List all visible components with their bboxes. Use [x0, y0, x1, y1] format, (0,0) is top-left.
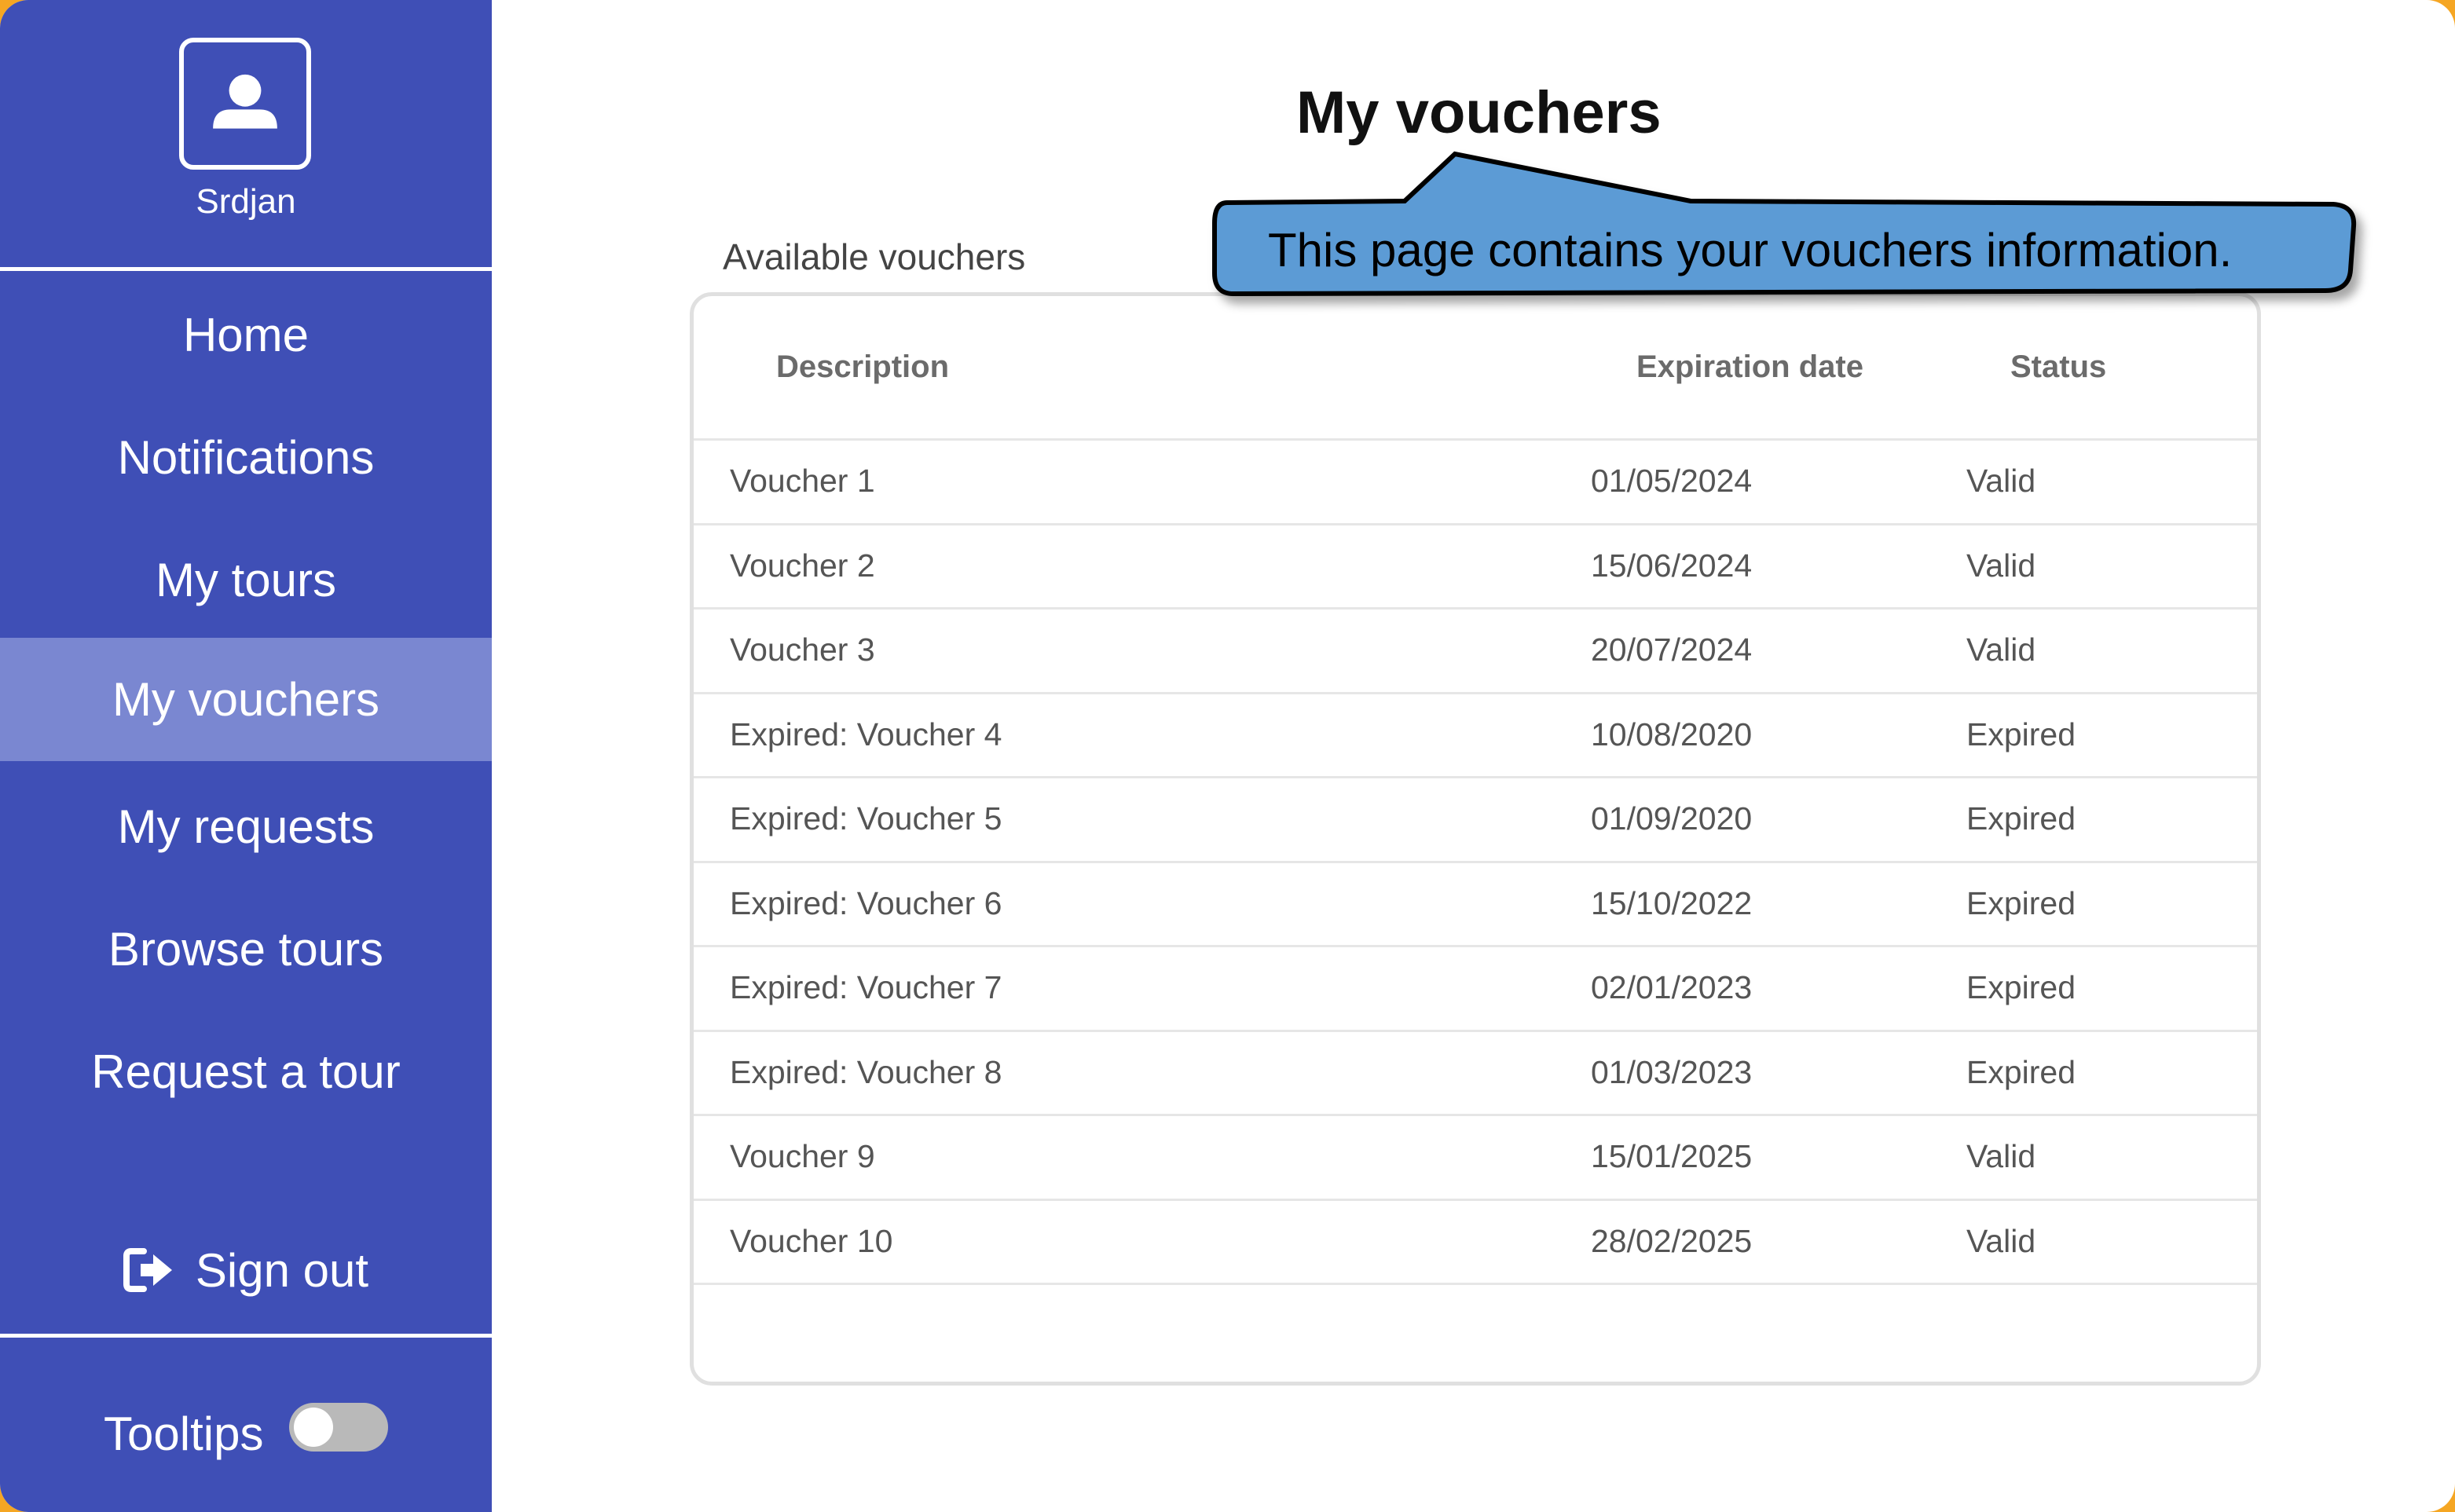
sidebar-divider — [0, 267, 492, 271]
sidebar-divider-bottom — [0, 1334, 492, 1338]
table-row[interactable]: Expired: Voucher 4 10/08/2020 Expired — [694, 694, 2257, 778]
cell-status: Valid — [1966, 463, 2036, 499]
cell-expiration-date: 15/10/2022 — [1591, 884, 1753, 921]
table-body: Voucher 1 01/05/2024 Valid Voucher 2 15/… — [694, 441, 2257, 1285]
sidebar-item-request-a-tour[interactable]: Request a tour — [0, 1010, 492, 1133]
user-icon — [179, 38, 311, 170]
table-row[interactable]: Voucher 3 20/07/2024 Valid — [694, 610, 2257, 694]
table-header: Description Expiration date Status — [694, 296, 2257, 441]
column-header-status[interactable]: Status — [2010, 350, 2106, 385]
cell-description: Expired: Voucher 4 — [730, 716, 1002, 752]
cell-description: Voucher 2 — [730, 547, 875, 584]
tooltip-text: This page contains your vouchers informa… — [1268, 224, 2233, 276]
cell-expiration-date: 01/05/2024 — [1591, 463, 1753, 499]
tooltips-toggle[interactable] — [289, 1403, 388, 1452]
table-row[interactable]: Voucher 1 01/05/2024 Valid — [694, 441, 2257, 525]
cell-description: Voucher 10 — [730, 1222, 893, 1259]
table-row[interactable]: Voucher 10 28/02/2025 Valid — [694, 1201, 2257, 1285]
cell-status: Expired — [1966, 716, 2076, 752]
sign-out-icon — [123, 1247, 175, 1294]
cell-status: Expired — [1966, 969, 2076, 1005]
table-row[interactable]: Voucher 9 15/01/2025 Valid — [694, 1116, 2257, 1201]
sign-out-button[interactable]: Sign out — [0, 1219, 492, 1321]
cell-expiration-date: 15/06/2024 — [1591, 547, 1753, 584]
cell-description: Voucher 3 — [730, 632, 875, 668]
tooltip-callout: This page contains your vouchers informa… — [1210, 148, 2357, 305]
sidebar: Srdjan Home Notifications My tours My vo… — [0, 0, 492, 1512]
cell-status: Expired — [1966, 884, 2076, 921]
cell-description: Expired: Voucher 6 — [730, 884, 1002, 921]
sidebar-item-home[interactable]: Home — [0, 273, 492, 396]
cell-description: Expired: Voucher 5 — [730, 800, 1002, 837]
table-row[interactable]: Expired: Voucher 7 02/01/2023 Expired — [694, 947, 2257, 1032]
cell-expiration-date: 01/09/2020 — [1591, 800, 1753, 837]
cell-description: Voucher 9 — [730, 1138, 875, 1174]
cell-expiration-date: 10/08/2020 — [1591, 716, 1753, 752]
toggle-knob — [294, 1408, 333, 1447]
sidebar-item-my-vouchers[interactable]: My vouchers — [0, 638, 492, 761]
cell-expiration-date: 20/07/2024 — [1591, 632, 1753, 668]
cell-status: Valid — [1966, 1222, 2036, 1259]
table-row[interactable]: Expired: Voucher 5 01/09/2020 Expired — [694, 778, 2257, 863]
table-row[interactable]: Expired: Voucher 6 15/10/2022 Expired — [694, 863, 2257, 947]
cell-description: Expired: Voucher 7 — [730, 969, 1002, 1005]
cell-status: Valid — [1966, 1138, 2036, 1174]
sidebar-item-my-requests[interactable]: My requests — [0, 765, 492, 888]
cell-expiration-date: 02/01/2023 — [1591, 969, 1753, 1005]
vouchers-table: Description Expiration date Status Vouch… — [690, 292, 2261, 1386]
cell-expiration-date: 28/02/2025 — [1591, 1222, 1753, 1259]
sidebar-item-my-tours[interactable]: My tours — [0, 518, 492, 641]
page-title: My vouchers — [1296, 79, 1662, 146]
cell-status: Valid — [1966, 632, 2036, 668]
cell-expiration-date: 15/01/2025 — [1591, 1138, 1753, 1174]
column-header-expiration-date[interactable]: Expiration date — [1636, 350, 1863, 385]
column-header-description[interactable]: Description — [776, 350, 949, 385]
tooltips-label: Tooltips — [104, 1407, 264, 1460]
sidebar-item-notifications[interactable]: Notifications — [0, 396, 492, 518]
cell-status: Expired — [1966, 1053, 2076, 1090]
cell-status: Valid — [1966, 547, 2036, 584]
cell-description: Expired: Voucher 8 — [730, 1053, 1002, 1090]
user-name: Srdjan — [196, 182, 296, 221]
cell-expiration-date: 01/03/2023 — [1591, 1053, 1753, 1090]
sidebar-item-browse-tours[interactable]: Browse tours — [0, 888, 492, 1010]
cell-description: Voucher 1 — [730, 463, 875, 499]
sign-out-label: Sign out — [195, 1243, 369, 1297]
table-row[interactable]: Voucher 2 15/06/2024 Valid — [694, 525, 2257, 610]
cell-status: Expired — [1966, 800, 2076, 837]
section-label: Available vouchers — [723, 236, 1026, 277]
table-row[interactable]: Expired: Voucher 8 01/03/2023 Expired — [694, 1032, 2257, 1116]
app-window: Srdjan Home Notifications My tours My vo… — [0, 0, 2455, 1512]
